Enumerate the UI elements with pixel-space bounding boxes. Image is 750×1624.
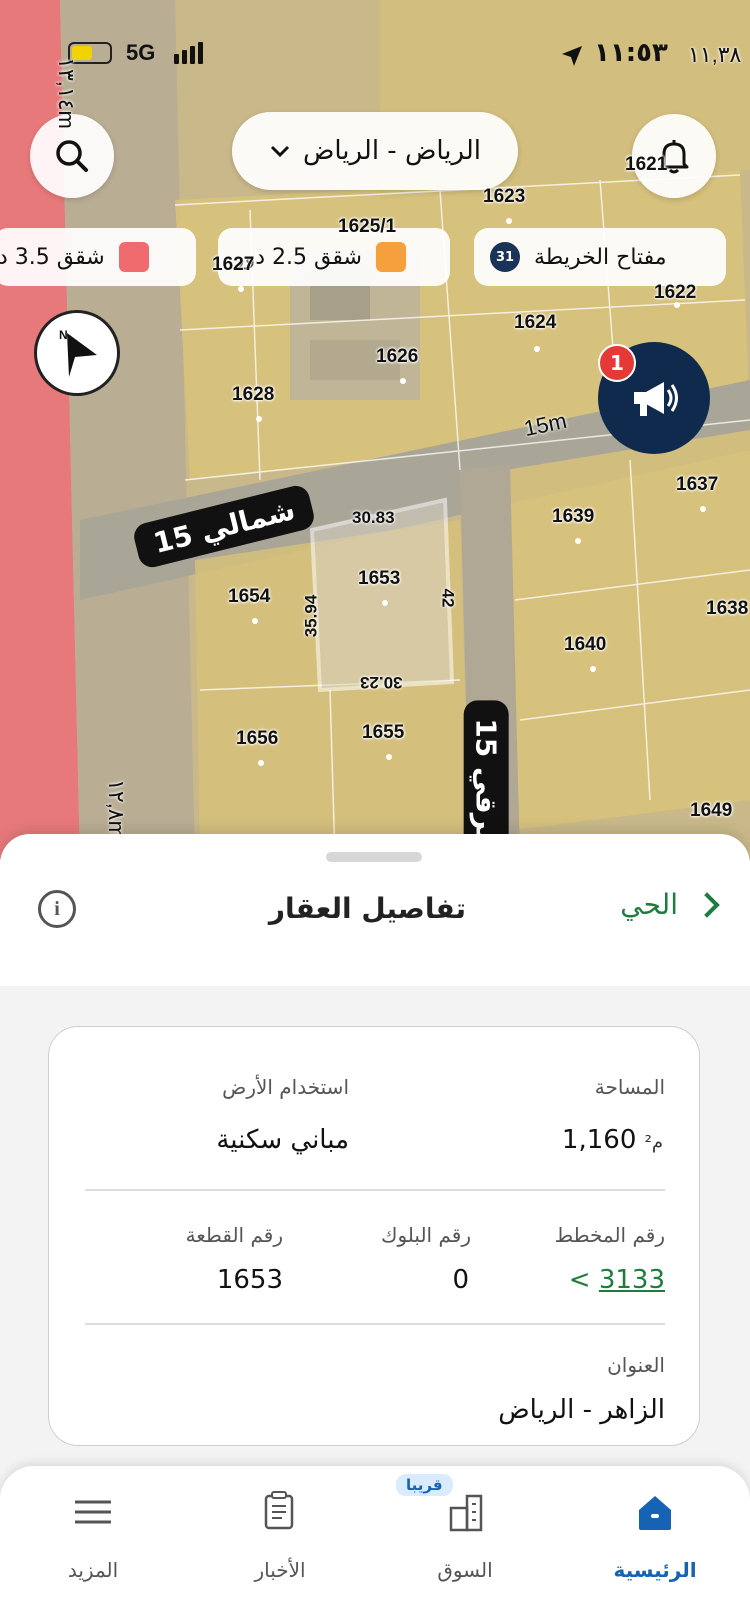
parcel-label[interactable]: 1621 [625, 154, 667, 176]
parcel-marker [252, 618, 258, 624]
parcel-label[interactable]: 1655 [362, 722, 404, 744]
svg-text:N: N [59, 328, 68, 342]
parcel-marker [674, 302, 680, 308]
dimension-bottom: 30.23 [360, 673, 403, 692]
parcel-marker [700, 506, 706, 512]
plot-label: رقم القطعة [185, 1223, 283, 1247]
parcel-marker [575, 538, 581, 544]
divider [85, 1323, 665, 1325]
parcel-label[interactable]: 1625/1 [338, 216, 396, 238]
area-unit: م² [644, 1132, 663, 1153]
block-label: رقم البلوك [380, 1223, 471, 1247]
parcel-label[interactable]: 1627 [212, 254, 254, 276]
dimension-top: 30.83 [352, 508, 395, 527]
plan-value-link[interactable]: < 3133 [559, 1265, 665, 1295]
parcel-marker [534, 346, 540, 352]
sheet-title: تفاصيل العقار [268, 892, 466, 925]
parcel-marker [238, 286, 244, 292]
area-label: المساحة [594, 1075, 665, 1099]
road-width-corner: ١١,٣٨ [688, 42, 742, 67]
plan-label: رقم المخطط [554, 1223, 665, 1247]
divider [85, 1189, 665, 1191]
parcel-label[interactable]: 1637 [676, 474, 718, 496]
dimension-left: 35.94 [301, 594, 321, 638]
chevron-down-icon [270, 145, 290, 158]
parcel-marker [382, 600, 388, 606]
map-key-count: 31 [490, 242, 520, 272]
clock: ١١:٥٣ [594, 38, 668, 68]
coming-soon-badge: قريبا [396, 1474, 453, 1496]
tab-home[interactable]: الرئيسية [580, 1482, 730, 1602]
tab-bar: الرئيسية السوق الأخبار المزيد [0, 1466, 750, 1624]
parcel-label[interactable]: 1654 [228, 586, 270, 608]
tab-market-label: السوق [437, 1558, 493, 1582]
tab-more-label: المزيد [67, 1558, 119, 1582]
neighborhood-link[interactable]: الحي [620, 888, 720, 921]
compass-button[interactable]: N [34, 310, 120, 396]
parcel-marker [258, 760, 264, 766]
plot-value: 1653 [216, 1265, 283, 1295]
info-icon[interactable]: i [38, 890, 76, 928]
parcel-label[interactable]: 1628 [232, 384, 274, 406]
legend-apartments-35[interactable]: شقق 3.5 د [0, 228, 196, 286]
location-arrow-icon [562, 46, 582, 66]
chevron-left-icon: < [568, 1265, 591, 1295]
road-width-edge-bottom: ١٢,٨m [103, 779, 129, 839]
land-use-value: مباني سكنية [216, 1125, 349, 1155]
parcel-label[interactable]: 1639 [552, 506, 594, 528]
home-icon [639, 1496, 671, 1530]
dimension-right: 42 [438, 588, 458, 608]
announcement-badge: 1 [598, 344, 636, 382]
chevron-right-icon [694, 891, 720, 918]
search-icon [56, 140, 88, 172]
tab-home-label: الرئيسية [613, 1558, 697, 1582]
sheet-header: i تفاصيل العقار الحي [0, 878, 750, 950]
city-selector-label: الرياض - الرياض [302, 136, 482, 166]
megaphone-icon [634, 382, 678, 416]
parcel-label[interactable]: 1626 [376, 346, 418, 368]
sheet-grabber[interactable] [326, 852, 422, 862]
neighborhood-link-label: الحي [620, 888, 678, 921]
parcel-marker [256, 416, 262, 422]
parcel-marker [386, 754, 392, 760]
parcel-marker [400, 378, 406, 384]
menu-icon [75, 1500, 111, 1524]
parcel-marker [590, 666, 596, 672]
parcel-label[interactable]: 1624 [514, 312, 556, 334]
address-value: الزاهر - الرياض [498, 1395, 665, 1425]
map-view[interactable]: 5G ١١:٥٣ الرياض - الرياض 31 مفتاح الخريط… [0, 0, 750, 860]
road-width-edge-top: ١٣,١٤m [53, 57, 79, 129]
parcel-label[interactable]: 1623 [483, 186, 525, 208]
parcel-label[interactable]: 1640 [564, 634, 606, 656]
red-swatch [118, 242, 149, 272]
parcel-marker [506, 218, 512, 224]
tab-market[interactable]: السوق [390, 1482, 540, 1602]
area-number: 1,160 [561, 1125, 637, 1155]
legend-apartments-35-label: شقق 3.5 د [0, 244, 105, 270]
parcel-label[interactable]: 1638 [706, 598, 748, 620]
details-card: المساحة 1,160 م² استخدام الأرض مباني سكن… [48, 1026, 700, 1446]
map-key-chip[interactable]: 31 مفتاح الخريطة [474, 228, 726, 286]
parcel-label[interactable]: 1622 [654, 282, 696, 304]
block-value: 0 [452, 1265, 469, 1295]
tab-news-label: الأخبار [254, 1558, 306, 1582]
tab-news[interactable]: الأخبار [205, 1482, 355, 1602]
compass-icon: N [59, 328, 97, 377]
orange-swatch [375, 242, 406, 272]
network-type: 5G [126, 40, 156, 65]
area-value: 1,160 م² [562, 1125, 665, 1155]
land-use-label: استخدام الأرض [222, 1075, 349, 1099]
map-key-label: مفتاح الخريطة [534, 244, 667, 270]
parcel-label[interactable]: 1656 [236, 728, 278, 750]
buildings-icon [449, 1494, 483, 1532]
city-selector[interactable]: الرياض - الرياض [232, 112, 518, 190]
signal-icon [174, 42, 203, 64]
tab-more[interactable]: المزيد [18, 1482, 168, 1602]
parcel-label[interactable]: 1649 [690, 800, 732, 822]
address-label: العنوان [607, 1353, 665, 1377]
parcel-label[interactable]: 1653 [358, 568, 400, 590]
plan-number[interactable]: 3133 [599, 1265, 665, 1295]
status-bar: 5G ١١:٥٣ [0, 36, 750, 76]
news-icon [264, 1491, 294, 1530]
